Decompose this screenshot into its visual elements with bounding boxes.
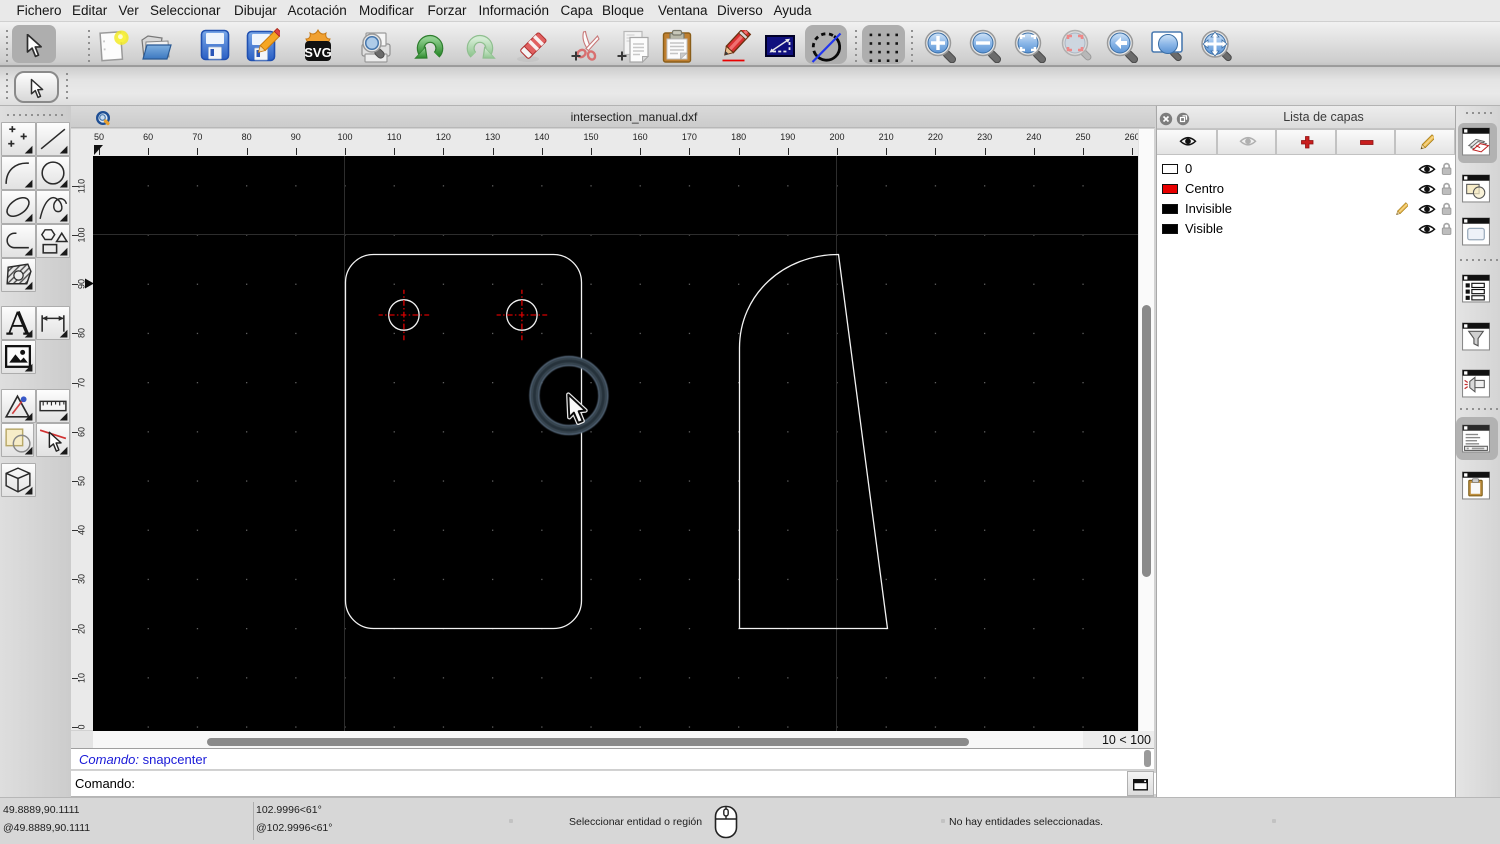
svg-text:SVG: SVG <box>304 45 331 60</box>
